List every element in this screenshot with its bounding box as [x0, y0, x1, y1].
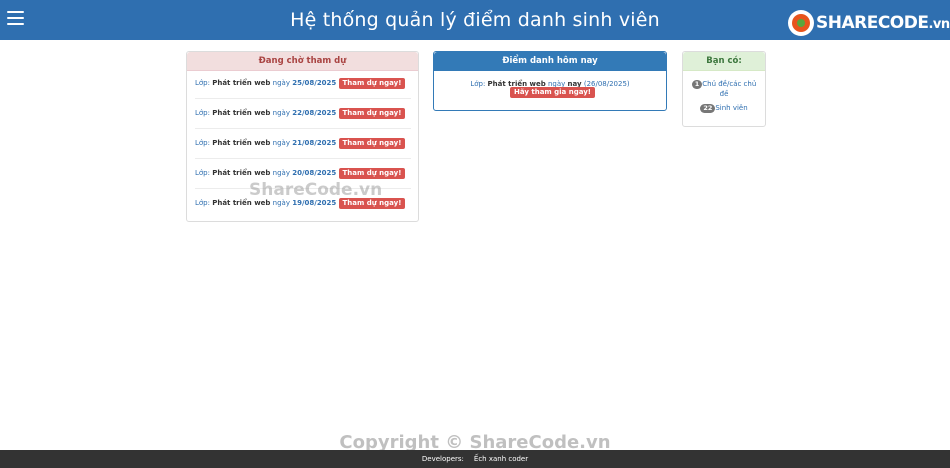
pending-row: Lớp: Phát triển web ngày 20/08/2025 Tham…: [195, 166, 411, 180]
attend-now-button[interactable]: Tham dự ngay!: [338, 167, 406, 179]
pending-row: Lớp: Phát triển web ngày 21/08/2025 Tham…: [195, 136, 411, 150]
class-name: Phát triển web: [212, 199, 271, 207]
topics-stat[interactable]: 1 Chủ đề/các chủ đề: [689, 79, 759, 99]
pending-row: Lớp: Phát triển web ngày 25/08/2025 Tham…: [195, 76, 411, 90]
students-count-badge: 22: [700, 104, 716, 113]
class-label: Lớp:: [195, 199, 210, 207]
join-now-button[interactable]: Hãy tham gia ngay!: [510, 87, 595, 98]
students-stat[interactable]: 22 Sinh viên: [689, 103, 759, 113]
summary-panel-title: Bạn có:: [683, 52, 765, 71]
logo-suffix: .vn: [928, 17, 950, 32]
class-label: Lớp:: [470, 80, 486, 88]
topics-label: Chủ đề/các chủ đề: [702, 80, 757, 98]
row-divider: [195, 158, 411, 159]
watermark-middle: ShareCode.vn: [249, 180, 383, 200]
attend-now-button[interactable]: Tham dự ngay!: [338, 77, 406, 89]
class-name: Phát triển web: [212, 79, 271, 87]
class-name: Phát triển web: [212, 139, 271, 147]
session-date: 25/08/2025: [292, 79, 337, 87]
class-name: Phát triển web: [212, 109, 271, 117]
row-divider: [195, 128, 411, 129]
pending-panel-title: Đang chờ tham dự: [187, 52, 418, 71]
session-date: 20/08/2025: [292, 169, 337, 177]
today-panel: Điểm danh hôm nay Lớp: Phát triển web ng…: [433, 51, 667, 111]
topics-count-badge: 1: [691, 80, 703, 89]
date-word: ngày: [272, 139, 290, 147]
logo-text: SHARECODE: [816, 13, 929, 33]
today-panel-title: Điểm danh hôm nay: [434, 52, 666, 71]
logo-mark-icon: [788, 10, 814, 36]
date-word: ngày: [272, 79, 290, 87]
summary-panel: Bạn có: 1 Chủ đề/các chủ đề 22 Sinh viên: [682, 51, 766, 127]
sharecode-logo: SHARECODE.vn: [788, 9, 950, 37]
session-date: 19/08/2025: [292, 199, 337, 207]
developer-name: Ếch xanh coder: [473, 455, 529, 463]
session-date: 21/08/2025: [292, 139, 337, 147]
attend-now-button[interactable]: Tham dự ngay!: [338, 137, 406, 149]
class-name: Phát triển web: [212, 169, 271, 177]
date-word: ngày: [272, 109, 290, 117]
class-label: Lớp:: [195, 169, 210, 177]
pending-row: Lớp: Phát triển web ngày 22/08/2025 Tham…: [195, 106, 411, 120]
session-date: 22/08/2025: [292, 109, 337, 117]
row-divider: [195, 98, 411, 99]
top-bar: Hệ thống quản lý điểm danh sinh viên SHA…: [0, 0, 950, 40]
developers-label: Developers:: [421, 455, 464, 463]
footer: Developers: Ếch xanh coder: [0, 450, 950, 468]
class-label: Lớp:: [195, 79, 210, 87]
attend-now-button[interactable]: Tham dự ngay!: [338, 107, 406, 119]
date-word: ngày: [272, 169, 290, 177]
class-label: Lớp:: [195, 109, 210, 117]
students-label: Sinh viên: [715, 104, 748, 112]
class-label: Lớp:: [195, 139, 210, 147]
date-word: ngày: [272, 199, 290, 207]
